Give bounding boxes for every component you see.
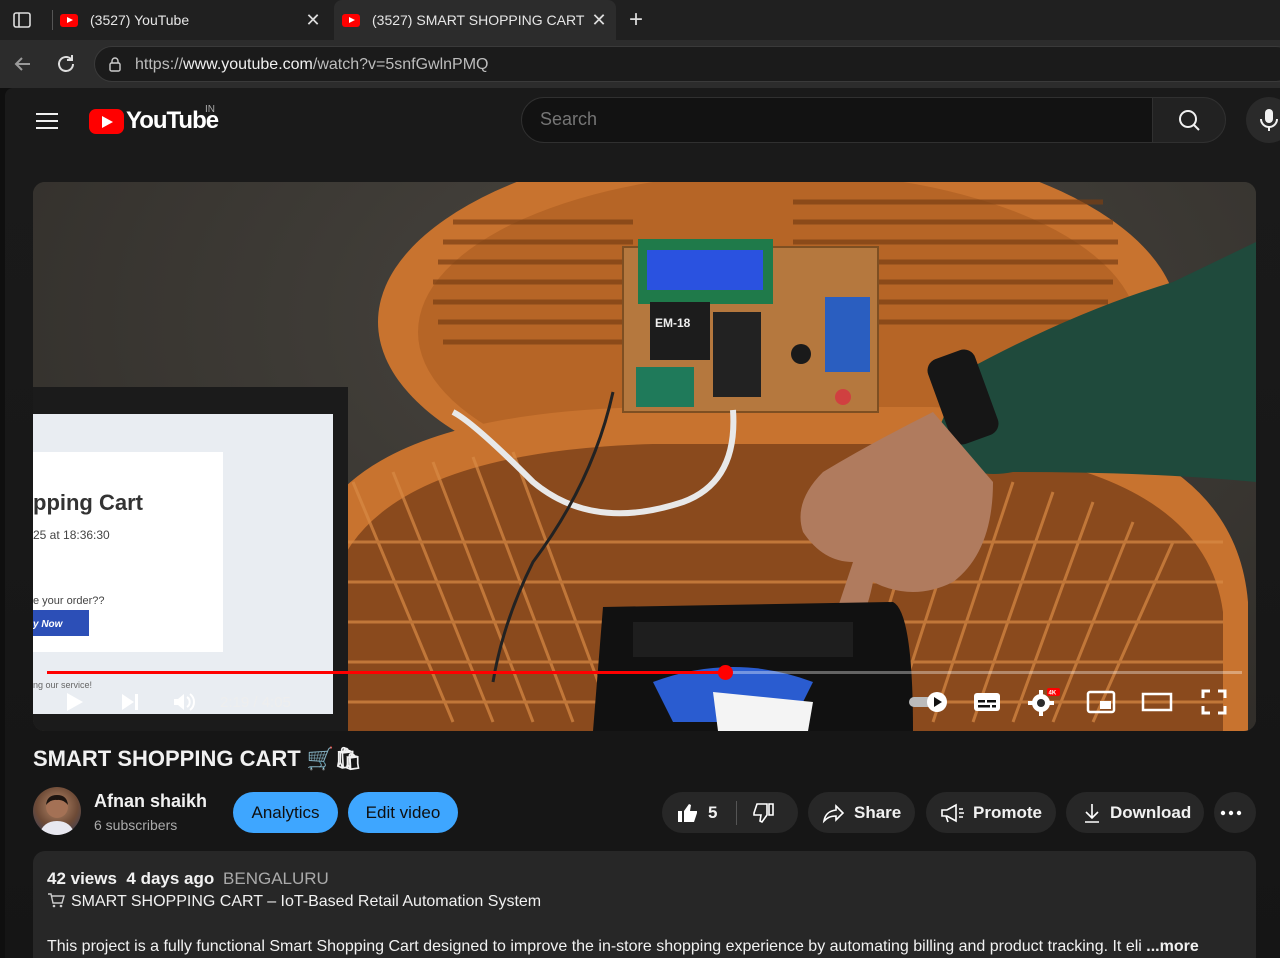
close-tab-icon[interactable]: ✕: [588, 10, 610, 31]
like-button[interactable]: 5: [662, 792, 736, 833]
like-dislike-group: 5: [662, 792, 798, 833]
megaphone-icon: [941, 803, 964, 822]
autoplay-toggle-icon: [909, 692, 947, 712]
laptop-screen-question: e your order??: [33, 595, 105, 607]
edit-video-button[interactable]: Edit video: [348, 792, 458, 833]
more-actions-button[interactable]: [1214, 792, 1256, 833]
play-icon: [67, 693, 83, 711]
country-code: IN: [205, 104, 215, 115]
site-info-icon[interactable]: [107, 56, 123, 72]
channel-avatar[interactable]: [33, 787, 81, 835]
thumbs-up-icon: [678, 803, 697, 822]
fullscreen-button[interactable]: [1197, 687, 1231, 717]
description-headline: SMART SHOPPING CART – IoT-Based Retail A…: [47, 892, 541, 911]
play-button[interactable]: [59, 687, 89, 717]
subscriber-count: 6 subscribers: [94, 817, 178, 833]
laptop-screen-button: y Now: [33, 619, 64, 630]
search-button[interactable]: [1152, 97, 1226, 143]
volume-icon: [174, 693, 195, 711]
svg-text:4K: 4K: [1049, 691, 1057, 697]
microphone-icon: [1260, 109, 1278, 131]
shopping-cart-icon: [48, 893, 65, 908]
subtitles-button[interactable]: [970, 687, 1004, 717]
view-count: 42 views: [47, 869, 117, 888]
thumbs-down-icon: [753, 802, 774, 823]
address-bar-row: https://www.youtube.com/watch?v=5snfGwln…: [0, 40, 1280, 88]
miniplayer-icon: [1086, 690, 1116, 714]
laptop-screen-heading: pping Cart: [33, 490, 144, 515]
progress-fill: [47, 671, 725, 674]
youtube-logo[interactable]: YouTube: [89, 107, 219, 135]
video-player[interactable]: pping Cart 25 at 18:36:30 e your order??…: [33, 182, 1256, 731]
miniplayer-button[interactable]: [1084, 687, 1118, 717]
theater-mode-button[interactable]: [1140, 687, 1174, 717]
share-icon: [822, 803, 845, 823]
fullscreen-icon: [1201, 689, 1227, 715]
progress-bar[interactable]: [47, 665, 1242, 680]
hamburger-menu-icon[interactable]: [29, 108, 65, 132]
youtube-page: YouTube IN Search pping Cart 25 at 18:36…: [5, 88, 1280, 958]
url-field[interactable]: https://www.youtube.com/watch?v=5snfGwln…: [94, 46, 1280, 82]
subtitles-icon: [974, 693, 1000, 711]
tab-title: (3527) YouTube: [90, 12, 190, 28]
promote-button[interactable]: Promote: [926, 792, 1056, 833]
settings-button[interactable]: 4K: [1026, 687, 1062, 717]
close-tab-icon[interactable]: ✕: [302, 10, 324, 31]
voice-search-button[interactable]: [1246, 97, 1280, 143]
like-count: 5: [708, 802, 718, 822]
share-button[interactable]: Share: [808, 792, 915, 833]
laptop-screen-timestamp: 25 at 18:36:30: [33, 528, 110, 542]
video-meta: 42 views 4 days ago BENGALURU: [47, 869, 329, 889]
browser-tab-video[interactable]: (3527) SMART SHOPPING CART 🛒 ✕: [334, 0, 616, 40]
video-title: SMART SHOPPING CART 🛒🛍: [33, 746, 363, 771]
scrubber-handle[interactable]: [717, 665, 733, 680]
download-icon: [1085, 803, 1099, 823]
sidebar-toggle-icon[interactable]: [12, 10, 32, 30]
theater-mode-icon: [1141, 692, 1173, 712]
next-button[interactable]: [115, 687, 145, 717]
analytics-button[interactable]: Analytics: [233, 792, 338, 833]
browser-tab-bar: (3527) YouTube ✕ (3527) SMART SHOPPING C…: [0, 0, 1280, 40]
description-body: This project is a fully functional Smart…: [47, 938, 1199, 955]
upload-age: 4 days ago: [126, 869, 215, 888]
search-icon: [1179, 110, 1200, 131]
youtube-favicon-icon: [342, 13, 360, 27]
more-link[interactable]: ...more: [1146, 938, 1198, 955]
more-horizontal-icon: [1220, 810, 1242, 815]
autoplay-toggle[interactable]: [907, 687, 951, 717]
description-box[interactable]: 42 views 4 days ago BENGALURU SMART SHOP…: [33, 851, 1256, 958]
channel-name[interactable]: Afnan shaikh: [94, 791, 207, 812]
volume-button[interactable]: [169, 687, 199, 717]
time-display: 2:19 / 4:05: [220, 694, 291, 711]
download-button[interactable]: Download: [1066, 792, 1204, 833]
url-text: https://www.youtube.com/watch?v=5snfGwln…: [135, 56, 489, 73]
tab-title: (3527) SMART SHOPPING CART 🛒: [372, 11, 588, 28]
dislike-button[interactable]: [737, 792, 797, 833]
next-icon: [122, 694, 138, 710]
search-box: [521, 97, 1153, 143]
reload-icon[interactable]: [53, 51, 79, 77]
module-label: EM-18: [655, 316, 691, 330]
youtube-play-icon: [89, 108, 124, 134]
new-tab-button[interactable]: +: [624, 6, 648, 34]
browser-tab-youtube[interactable]: (3527) YouTube ✕: [52, 0, 330, 40]
gear-icon: 4K: [1028, 688, 1060, 716]
youtube-favicon-icon: [60, 13, 78, 27]
video-frame: pping Cart 25 at 18:36:30 e your order??…: [33, 182, 1256, 731]
search-input[interactable]: [540, 109, 1120, 130]
location-tag[interactable]: BENGALURU: [223, 869, 329, 888]
back-arrow-icon[interactable]: [10, 51, 36, 77]
